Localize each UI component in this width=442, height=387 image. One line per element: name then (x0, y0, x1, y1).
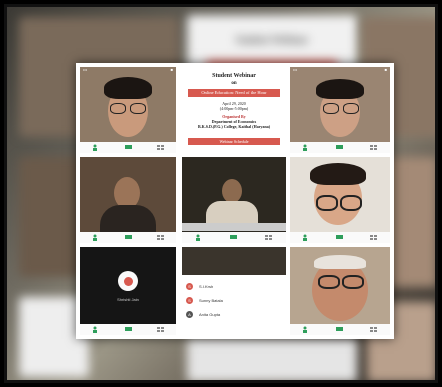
blurred-tile (187, 337, 357, 380)
glasses (323, 103, 339, 114)
glasses (130, 103, 146, 114)
tile-controls (182, 232, 286, 243)
tile-controls (290, 324, 390, 335)
grid-icon[interactable] (155, 144, 166, 151)
list-item[interactable]: S Sunny Batala (186, 295, 282, 305)
video-tile-participant-5[interactable] (290, 157, 390, 243)
participants-collage: ••• ■ Student Webinar on Online Education… (76, 63, 394, 339)
participants-icon[interactable] (91, 326, 102, 333)
video-tile-participant-1[interactable]: ••• ■ (80, 67, 176, 153)
chat-icon[interactable] (228, 234, 239, 241)
participant-body (206, 201, 258, 223)
video-tile-participant-4[interactable] (182, 157, 286, 243)
tile-name-label: Shrishti Jain (117, 297, 139, 302)
tile-controls (80, 142, 176, 153)
tile-controls (290, 142, 390, 153)
info-strip (182, 223, 286, 231)
grid-icon[interactable] (155, 234, 166, 241)
participant-avatar: S (186, 282, 193, 290)
list-item[interactable]: S S.I.Krsh (186, 281, 282, 291)
participants-icon[interactable] (91, 234, 102, 241)
video-tile-participant-2[interactable]: ••• ■ (290, 67, 390, 153)
participant-body (100, 205, 156, 235)
glasses (340, 195, 362, 211)
avatar (118, 271, 138, 291)
tile-controls (80, 232, 176, 243)
glasses (343, 103, 359, 114)
participant-hair (104, 77, 152, 99)
glasses (318, 275, 340, 289)
participant-avatar: S (186, 296, 193, 304)
webinar-heading: Student Webinar (212, 73, 256, 79)
grid-icon[interactable] (368, 234, 379, 241)
webinar-on: on (231, 81, 237, 86)
webinar-time: (4:00pm-5:00pm) (219, 106, 249, 111)
list-header-video (182, 247, 286, 275)
webinar-college: B.K.S.D.(P.G.) College, Kaithal (Haryana… (197, 124, 271, 129)
blurred-webinar-heading: Student Webinar (235, 35, 309, 46)
grid-icon[interactable] (368, 144, 379, 151)
participants-icon[interactable] (301, 234, 312, 241)
glasses (110, 103, 126, 114)
status-bar: ••• ■ (293, 67, 387, 72)
grid-icon[interactable] (155, 326, 166, 333)
chat-icon[interactable] (123, 234, 134, 241)
list-item[interactable]: A Anita Gupta (186, 309, 282, 319)
participants-icon[interactable] (91, 144, 102, 151)
grid-icon[interactable] (263, 234, 274, 241)
avatar-initial-dot (123, 276, 133, 286)
participants-icon[interactable] (301, 326, 312, 333)
tile-controls (80, 324, 176, 335)
chat-icon[interactable] (334, 234, 345, 241)
participant-hair (314, 255, 366, 269)
participant-face (222, 179, 242, 203)
chat-icon[interactable] (123, 144, 134, 151)
participant-avatar: A (186, 310, 193, 318)
participant-name: Sunny Batala (199, 297, 223, 303)
glasses (316, 195, 338, 211)
chat-icon[interactable] (123, 326, 134, 333)
video-tile-participant-6[interactable] (290, 247, 390, 335)
webinar-topic: Online Education: Need of the Hour (188, 89, 280, 97)
participant-name: Anita Gupta (199, 311, 221, 317)
participants-icon[interactable] (194, 234, 205, 241)
status-bar: ••• ■ (83, 67, 173, 72)
grid-icon[interactable] (368, 326, 379, 333)
webinar-schedule-button[interactable]: Webinar Schedule (188, 138, 280, 145)
chat-icon[interactable] (334, 144, 345, 151)
participants-icon[interactable] (301, 144, 312, 151)
tile-controls (290, 232, 390, 243)
webinar-poster: Student Webinar on Online Education: Nee… (182, 67, 286, 153)
participants-list-panel: S S.I.Krsh S Sunny Batala A Anita Gupta (182, 247, 286, 335)
video-tile-camera-off[interactable]: Shrishti Jain (80, 247, 176, 335)
video-tile-participant-3[interactable] (80, 157, 176, 243)
glasses (342, 275, 364, 289)
participant-hair (310, 163, 366, 185)
chat-icon[interactable] (334, 326, 345, 333)
participant-hair (316, 79, 364, 99)
participant-name: S.I.Krsh (199, 283, 214, 289)
